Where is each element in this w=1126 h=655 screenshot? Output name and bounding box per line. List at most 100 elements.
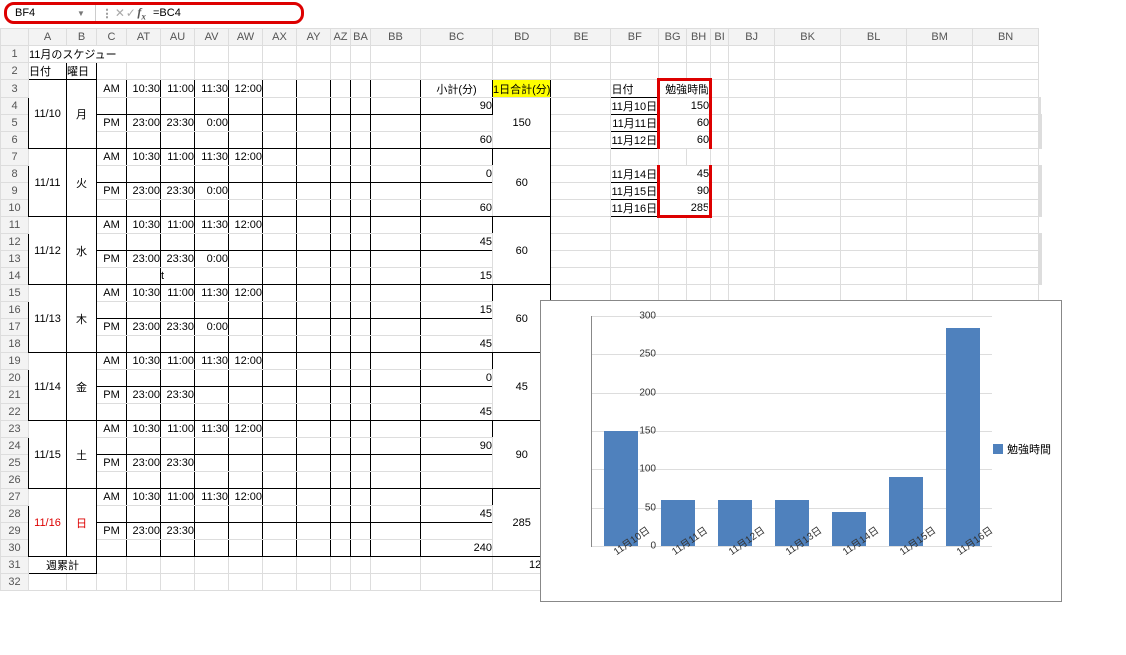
cell[interactable] bbox=[351, 489, 371, 506]
cell[interactable] bbox=[371, 149, 421, 166]
cell[interactable] bbox=[421, 149, 493, 166]
cell[interactable] bbox=[351, 557, 371, 574]
cell[interactable] bbox=[127, 370, 161, 387]
cell[interactable] bbox=[229, 557, 263, 574]
cell[interactable] bbox=[841, 268, 907, 285]
cell[interactable] bbox=[973, 200, 1039, 217]
cell[interactable] bbox=[711, 166, 729, 183]
time-cell[interactable]: 11:00 bbox=[161, 217, 195, 234]
cell[interactable] bbox=[551, 132, 611, 149]
summary-date[interactable]: 11月15日 bbox=[611, 183, 659, 200]
cell[interactable] bbox=[97, 268, 127, 285]
column-header[interactable]: AU bbox=[161, 29, 195, 46]
time-cell[interactable] bbox=[331, 353, 351, 370]
cell[interactable] bbox=[659, 217, 687, 234]
time-cell[interactable]: 23:00 bbox=[127, 387, 161, 404]
cell[interactable] bbox=[659, 285, 687, 302]
cell[interactable] bbox=[371, 489, 421, 506]
cell[interactable] bbox=[127, 574, 161, 591]
cell[interactable] bbox=[371, 540, 421, 557]
time-cell[interactable]: 23:30 bbox=[161, 523, 195, 540]
cell[interactable] bbox=[1040, 98, 1041, 115]
cell[interactable] bbox=[297, 200, 331, 217]
time-cell[interactable] bbox=[229, 455, 263, 472]
subtotal-cell[interactable]: 45 bbox=[421, 336, 493, 353]
cell[interactable] bbox=[371, 336, 421, 353]
time-cell[interactable] bbox=[297, 421, 331, 438]
time-cell[interactable]: 0:00 bbox=[195, 183, 229, 200]
subtotal-cell[interactable]: 45 bbox=[421, 234, 493, 251]
time-cell[interactable]: 23:00 bbox=[127, 183, 161, 200]
cell[interactable] bbox=[611, 149, 659, 166]
cell[interactable] bbox=[729, 98, 775, 115]
summary-date[interactable]: 11月10日 bbox=[611, 98, 659, 115]
cell[interactable] bbox=[551, 183, 611, 200]
cell[interactable] bbox=[371, 132, 421, 149]
cell[interactable] bbox=[729, 183, 775, 200]
cell[interactable] bbox=[371, 370, 421, 387]
cell[interactable] bbox=[907, 251, 973, 268]
time-cell[interactable] bbox=[263, 183, 297, 200]
cell[interactable] bbox=[775, 115, 841, 132]
column-header[interactable]: BL bbox=[841, 29, 907, 46]
cell[interactable] bbox=[297, 404, 331, 421]
column-header[interactable] bbox=[1, 29, 29, 46]
time-cell[interactable] bbox=[263, 455, 297, 472]
cell[interactable] bbox=[371, 234, 421, 251]
time-cell[interactable]: 11:00 bbox=[161, 80, 195, 98]
column-header[interactable]: B bbox=[67, 29, 97, 46]
cell[interactable] bbox=[421, 353, 493, 370]
cell[interactable] bbox=[97, 574, 127, 591]
cell[interactable] bbox=[973, 46, 1039, 63]
cell[interactable] bbox=[195, 63, 229, 80]
ampm-label[interactable]: PM bbox=[97, 387, 127, 404]
cell[interactable] bbox=[841, 132, 907, 149]
cell[interactable] bbox=[263, 404, 297, 421]
cell[interactable] bbox=[659, 46, 687, 63]
cell[interactable] bbox=[351, 285, 371, 302]
cell[interactable] bbox=[711, 132, 729, 149]
time-cell[interactable] bbox=[331, 387, 351, 404]
time-cell[interactable] bbox=[297, 115, 331, 132]
subtotal-cell[interactable]: 15 bbox=[421, 302, 493, 319]
cell[interactable] bbox=[97, 302, 127, 319]
row-header[interactable]: 30 bbox=[1, 540, 29, 557]
cell[interactable] bbox=[907, 268, 973, 285]
row-header[interactable]: 24 bbox=[1, 438, 29, 455]
cell[interactable] bbox=[161, 166, 195, 183]
cell[interactable] bbox=[659, 149, 687, 166]
cell[interactable] bbox=[195, 404, 229, 421]
cell[interactable] bbox=[229, 63, 263, 80]
time-cell[interactable]: 11:30 bbox=[195, 80, 229, 98]
cell[interactable] bbox=[263, 98, 297, 115]
time-cell[interactable] bbox=[263, 285, 297, 302]
summary-header-date[interactable]: 日付 bbox=[611, 80, 659, 98]
cell[interactable] bbox=[551, 268, 611, 285]
cell[interactable] bbox=[263, 540, 297, 557]
cell[interactable] bbox=[371, 268, 421, 285]
ampm-label[interactable]: PM bbox=[97, 523, 127, 540]
dow-cell[interactable]: 水 bbox=[67, 217, 97, 285]
cell[interactable] bbox=[907, 285, 973, 302]
cell[interactable] bbox=[659, 63, 687, 80]
cell[interactable] bbox=[775, 80, 841, 98]
cell[interactable] bbox=[711, 285, 729, 302]
time-cell[interactable] bbox=[263, 319, 297, 336]
cell[interactable] bbox=[97, 370, 127, 387]
cell[interactable] bbox=[729, 200, 775, 217]
time-cell[interactable] bbox=[229, 115, 263, 132]
cell[interactable] bbox=[351, 98, 371, 115]
cell[interactable] bbox=[551, 217, 611, 234]
cell[interactable] bbox=[331, 98, 351, 115]
cell[interactable] bbox=[551, 234, 611, 251]
time-cell[interactable] bbox=[263, 421, 297, 438]
dow-cell[interactable]: 金 bbox=[67, 353, 97, 421]
subtotal-cell[interactable]: 60 bbox=[421, 200, 493, 217]
cell[interactable] bbox=[229, 404, 263, 421]
cell[interactable] bbox=[127, 63, 161, 80]
cell[interactable] bbox=[263, 302, 297, 319]
day-total-cell[interactable]: 150 bbox=[493, 98, 551, 149]
cell[interactable] bbox=[907, 80, 973, 98]
cell[interactable] bbox=[297, 46, 331, 63]
cell[interactable] bbox=[195, 370, 229, 387]
